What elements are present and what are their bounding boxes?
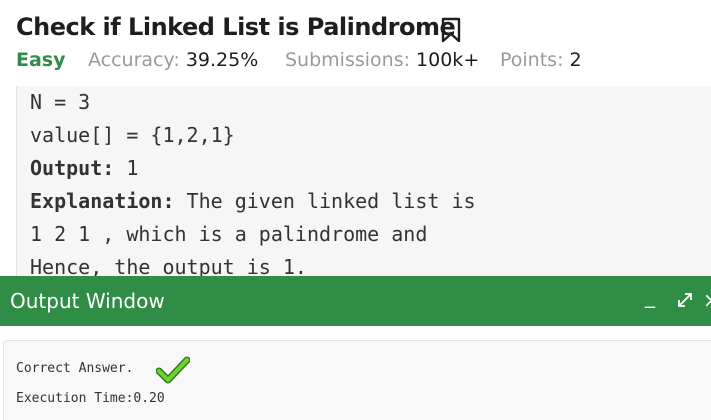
submissions-label: Submissions: — [285, 49, 410, 71]
problem-header: Check if Linked List is Palindrome Easy … — [0, 0, 711, 82]
execution-time: Execution Time:0.20 — [16, 391, 165, 406]
bookmark-icon[interactable] — [441, 17, 461, 43]
explanation-text-1: The given linked list is — [174, 189, 476, 213]
checkmark-icon — [156, 356, 190, 384]
output-value: 1 — [114, 156, 139, 180]
example-block: N = 3 value[] = {1,2,1} Output: 1 Explan… — [16, 86, 711, 279]
problem-title: Check if Linked List is Palindrome — [16, 13, 456, 41]
example-input-values: value[] = {1,2,1} — [30, 123, 235, 147]
result-text: Correct Answer. — [16, 361, 134, 376]
expand-icon[interactable] — [676, 291, 694, 309]
points-stat: Points: 2 — [500, 49, 582, 71]
points-label: Points: — [500, 49, 564, 71]
accuracy-label: Accuracy: — [88, 49, 180, 71]
example-explanation: Explanation: The given linked list is — [30, 189, 476, 213]
accuracy-stat: Accuracy: 39.25% — [88, 49, 258, 71]
minimize-button[interactable]: _ — [645, 284, 655, 308]
example-input-n: N = 3 — [30, 90, 91, 114]
explanation-text-2: 1 2 1 , which is a palindrome and — [30, 222, 428, 246]
explanation-label: Explanation: — [30, 189, 175, 213]
submissions-stat: Submissions: 100k+ — [285, 49, 479, 71]
output-window-bar: Output Window _ × — [0, 276, 711, 326]
accuracy-value: 39.25% — [185, 49, 259, 71]
example-output: Output: 1 — [30, 156, 138, 180]
output-result-panel: Correct Answer. Execution Time:0.20 — [3, 340, 711, 420]
close-button[interactable]: × — [703, 288, 711, 312]
output-window-title: Output Window — [10, 289, 165, 313]
difficulty-badge: Easy — [16, 49, 66, 71]
output-label: Output: — [30, 156, 115, 180]
points-value: 2 — [569, 49, 582, 71]
submissions-value: 100k+ — [416, 49, 480, 71]
